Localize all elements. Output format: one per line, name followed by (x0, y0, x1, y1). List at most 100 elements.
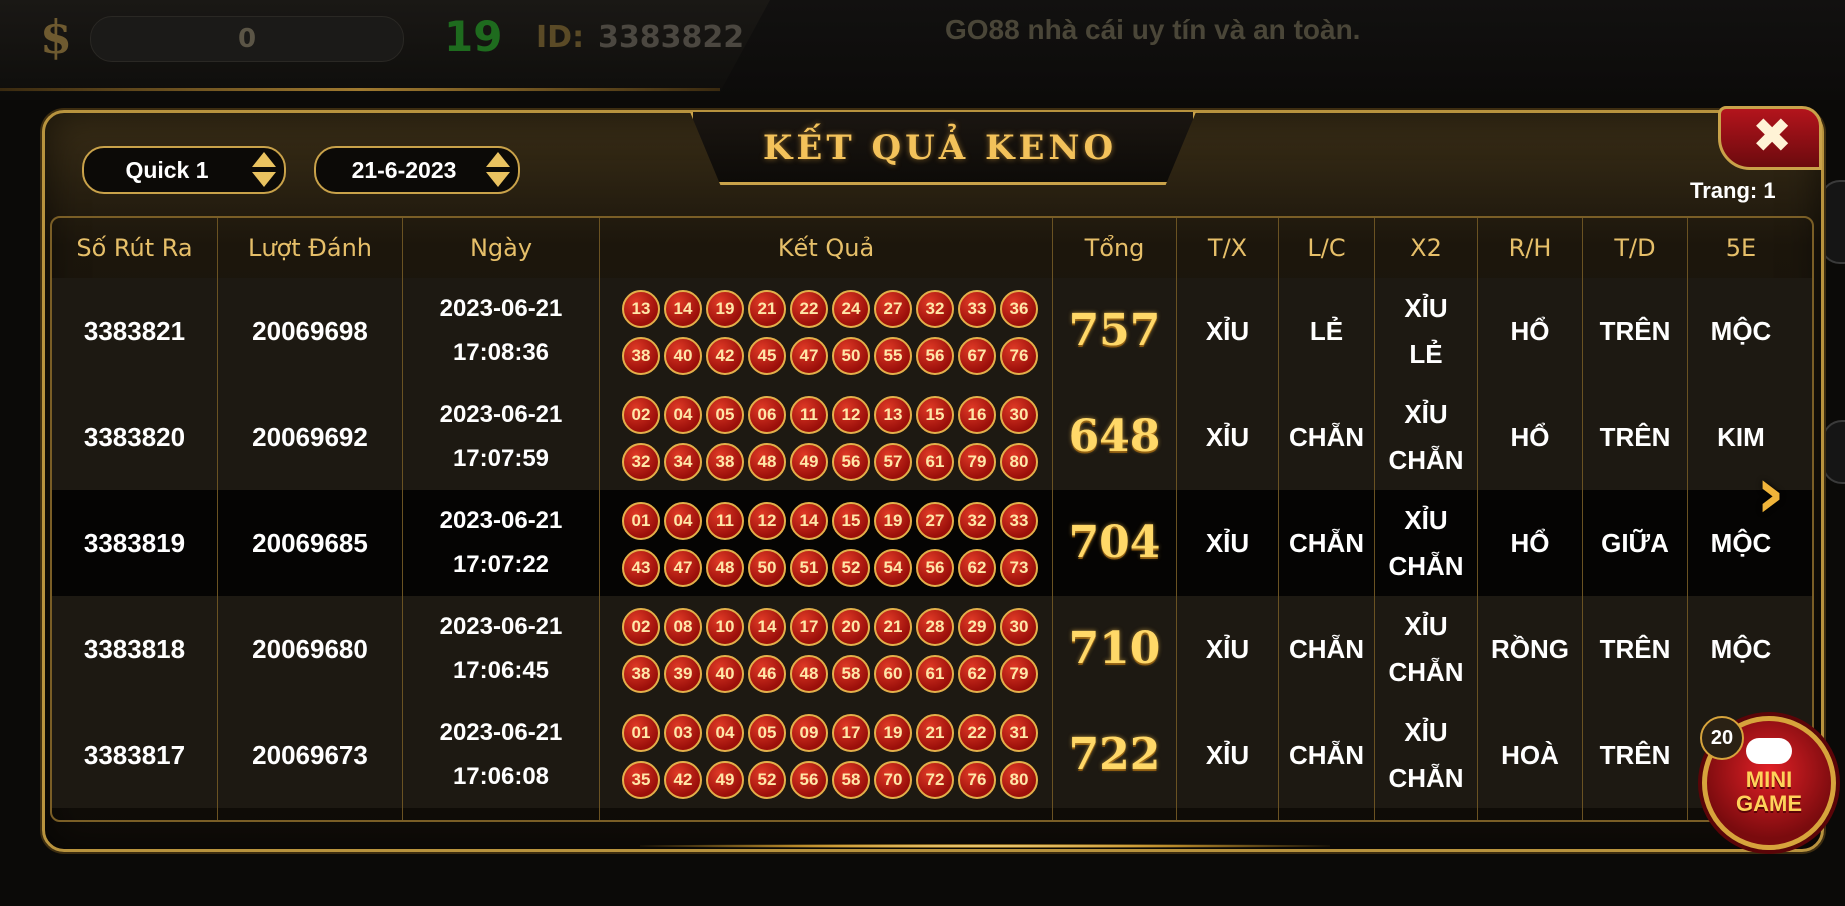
result-ball: 79 (958, 443, 996, 481)
result-ball: 02 (622, 396, 660, 434)
result-ball: 29 (958, 608, 996, 646)
result-ball: 14 (664, 290, 702, 328)
x2-value: XỈU CHẴN (1375, 596, 1477, 702)
date-select-value: 21-6-2023 (351, 156, 457, 183)
result-ball: 56 (916, 337, 954, 375)
table-row[interactable]: 3383818 20069680 2023-06-21 17:06:45 02 0… (52, 596, 1812, 702)
tx-value: XỈU (1205, 634, 1250, 664)
draw-datetime: 2023-06-21 17:08:36 (403, 278, 599, 384)
result-ball: 47 (790, 337, 828, 375)
rh-value: HOÀ (1501, 740, 1559, 770)
td-value: TRÊN (1599, 422, 1671, 452)
column-divider (217, 218, 218, 820)
close-icon[interactable]: ✖ (1752, 108, 1792, 164)
balance-display[interactable]: 0 (90, 16, 404, 62)
account-bar-edge (0, 88, 720, 91)
col-header-total: Tổng (1084, 234, 1145, 262)
result-ball: 06 (748, 396, 786, 434)
draw-date: 2023-06-21 (439, 507, 563, 534)
result-ball: 38 (622, 337, 660, 375)
result-ball: 50 (748, 549, 786, 587)
room-select-value: Quick 1 (125, 156, 209, 183)
page-indicator: Trang: 1 (1690, 178, 1776, 203)
result-ball: 04 (664, 502, 702, 540)
draw-number: 3383819 (83, 528, 186, 558)
panel-glow (640, 844, 1330, 848)
x2-value: XỈU CHẴN (1375, 490, 1477, 596)
draw-number: 3383821 (83, 316, 186, 346)
tx-value: XỈU (1205, 528, 1250, 558)
result-ball: 10 (706, 608, 744, 646)
total-value: 722 (1068, 729, 1161, 780)
table-row[interactable]: 3383820 20069692 2023-06-21 17:07:59 02 0… (52, 384, 1812, 490)
tx-value: XỈU (1205, 740, 1250, 770)
draw-number: 3383818 (83, 634, 186, 664)
col-header-bet-round: Lượt Đánh (247, 234, 373, 262)
td-value: TRÊN (1599, 740, 1671, 770)
rh-value: HỔ (1510, 528, 1550, 558)
result-ball: 48 (748, 443, 786, 481)
user-id-label: ID: (536, 20, 585, 55)
x2-value-bottom: CHẴN (1388, 657, 1464, 687)
room-select-arrows-icon[interactable] (252, 152, 276, 188)
x2-value-bottom: LẺ (1409, 339, 1443, 369)
table-row[interactable]: 3383819 20069685 2023-06-21 17:07:22 01 0… (52, 490, 1812, 596)
result-ball: 01 (622, 714, 660, 752)
date-select[interactable]: 21-6-2023 (314, 146, 520, 194)
result-ball: 05 (706, 396, 744, 434)
bet-round: 20069680 (252, 634, 368, 664)
result-ball: 17 (832, 714, 870, 752)
results-table: Số Rút Ra Lượt Đánh Ngày Kết Quả Tổng T/… (50, 216, 1814, 822)
draw-date: 2023-06-21 (439, 719, 563, 746)
result-ball: 27 (874, 290, 912, 328)
draw-datetime: 2023-06-21 17:07:22 (403, 490, 599, 596)
result-ball: 33 (958, 290, 996, 328)
result-ball: 73 (1000, 549, 1038, 587)
result-ball: 50 (832, 337, 870, 375)
result-ball: 21 (916, 714, 954, 752)
result-ball: 11 (706, 502, 744, 540)
result-ball: 14 (790, 502, 828, 540)
result-ball: 32 (622, 443, 660, 481)
result-ball: 52 (832, 549, 870, 587)
result-ball: 40 (706, 655, 744, 693)
bet-round: 20069685 (252, 528, 368, 558)
x2-value-top: XỈU (1404, 717, 1448, 747)
table-row[interactable]: 3383817 20069673 2023-06-21 17:06:08 01 0… (52, 702, 1812, 808)
result-ball: 28 (916, 608, 954, 646)
x2-value-top: XỈU (1404, 293, 1448, 323)
table-row[interactable]: 3383821 20069698 2023-06-21 17:08:36 13 1… (52, 278, 1812, 384)
column-divider (1582, 218, 1583, 820)
draw-date: 2023-06-21 (439, 295, 563, 322)
result-ball: 20 (832, 608, 870, 646)
mini-game-label: MINI GAME (1702, 768, 1836, 816)
column-divider (599, 218, 600, 820)
result-ball: 56 (916, 549, 954, 587)
lc-value: CHẴN (1288, 422, 1365, 452)
result-ball: 17 (790, 608, 828, 646)
total-value: 757 (1068, 305, 1161, 356)
result-ball: 15 (916, 396, 954, 434)
x2-value-bottom: CHẴN (1388, 763, 1464, 793)
result-ball: 40 (664, 337, 702, 375)
result-ball: 76 (1000, 337, 1038, 375)
date-select-arrows-icon[interactable] (486, 152, 510, 188)
result-balls: 02 04 05 06 11 12 13 15 16 30 32 34 38 48 49 56 57 61 79 80 (620, 394, 1040, 484)
result-ball: 45 (748, 337, 786, 375)
result-ball: 62 (958, 549, 996, 587)
result-ball: 58 (832, 761, 870, 799)
result-balls: 01 04 11 12 14 15 19 27 32 33 43 47 48 50 51 52 54 56 62 73 (620, 500, 1040, 590)
result-ball: 38 (622, 655, 660, 693)
result-ball: 36 (1000, 290, 1038, 328)
result-ball: 48 (790, 655, 828, 693)
draw-date: 2023-06-21 (439, 401, 563, 428)
result-ball: 11 (790, 396, 828, 434)
chevron-right-icon[interactable]: › (1756, 452, 1785, 534)
e5-value: MỘC (1710, 316, 1772, 346)
result-ball: 32 (958, 502, 996, 540)
result-ball: 49 (790, 443, 828, 481)
room-select[interactable]: Quick 1 (82, 146, 286, 194)
side-button-middle[interactable] (1822, 420, 1845, 484)
result-ball: 24 (832, 290, 870, 328)
rh-value: RỒNG (1491, 634, 1569, 664)
